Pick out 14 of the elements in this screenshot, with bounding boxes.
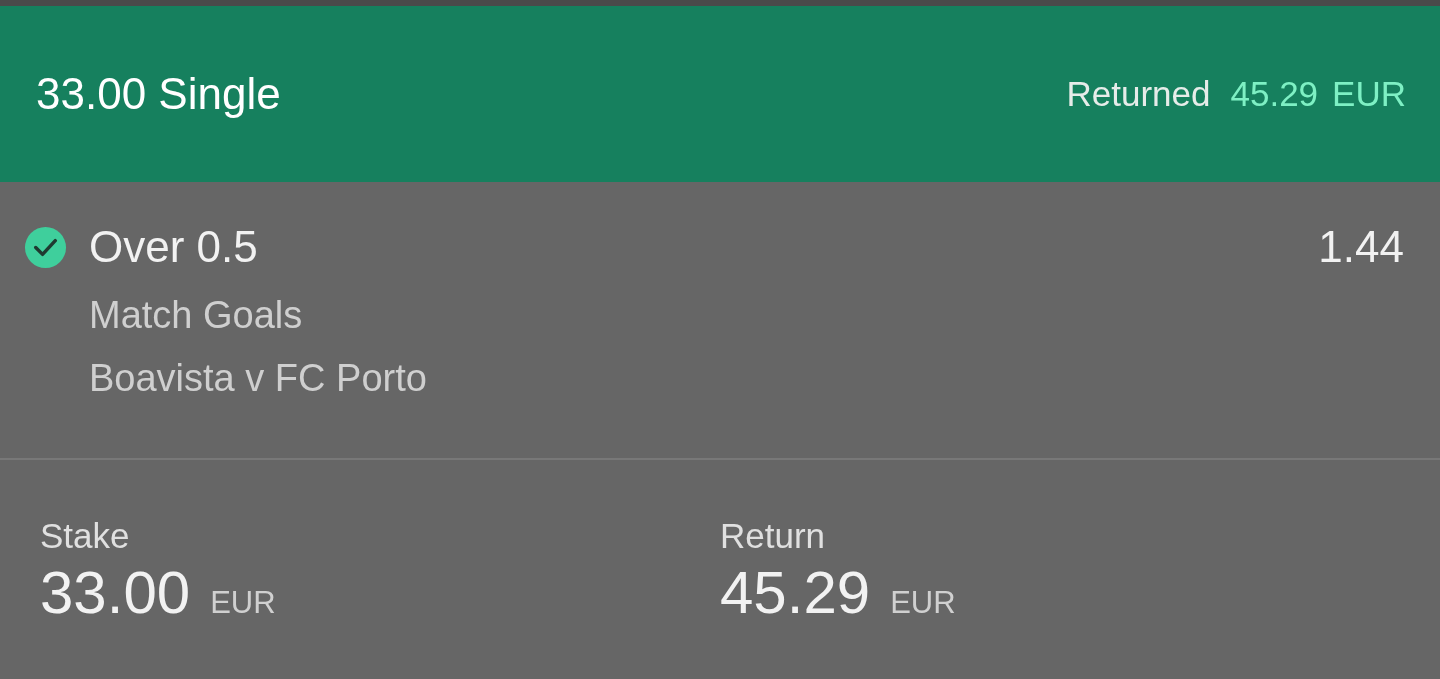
total-value: 33.00 [40,558,191,627]
market-name: Match Goals [89,294,304,337]
total-label: Return [720,516,827,556]
selection-name: Over 0.5 [89,222,259,272]
currency-label: EUR [210,585,276,621]
currency-label: EUR [890,585,956,621]
total-value: 45.29 [720,558,871,627]
total-label: Stake [40,516,131,556]
returned-amount: 45.29 [1230,74,1319,114]
status-label: Returned [1066,74,1211,114]
currency-label: EUR [1332,74,1406,114]
bet-title: 33.00 Single [36,69,281,119]
odds-value: 1.44 [1318,222,1404,272]
event-name: Boavista v FC Porto [89,357,428,400]
